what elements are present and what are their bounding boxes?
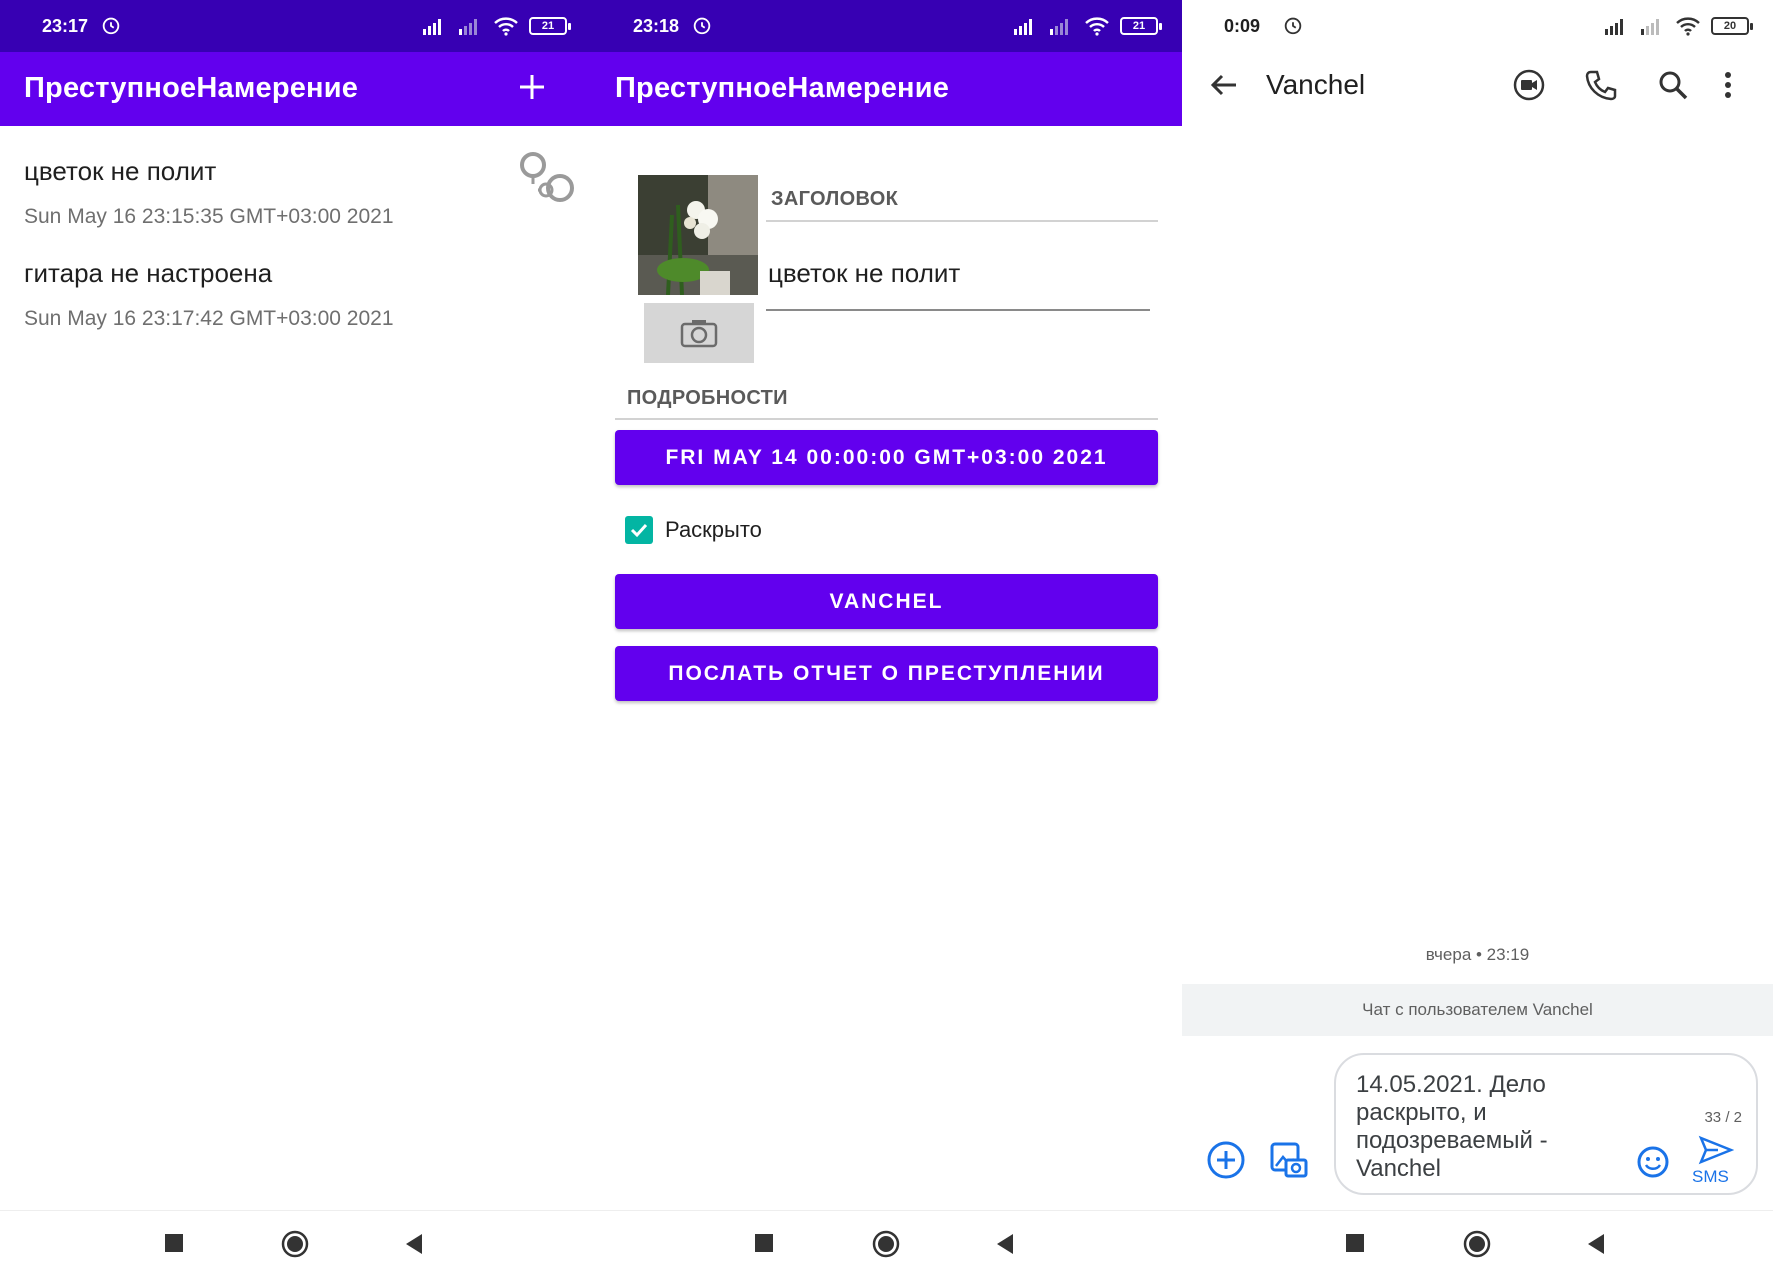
more-options-icon[interactable]: [1720, 68, 1736, 102]
send-sms-label: SMS: [1692, 1167, 1729, 1186]
message-timestamp: вчера • 23:19: [1425, 945, 1530, 964]
crime-date: Sun May 16 23:15:35 GMT+03:00 2021: [24, 205, 394, 228]
details-divider: [615, 418, 1158, 420]
solved-checkbox[interactable]: [625, 516, 653, 544]
details-label: ПОДРОБНОСТИ: [627, 387, 788, 409]
camera-button[interactable]: [644, 303, 754, 363]
compose-box[interactable]: 14.05.2021. Дело раскрыто, и подозреваем…: [1334, 1053, 1758, 1195]
search-icon[interactable]: [1656, 68, 1690, 102]
battery-icon: 21: [1120, 17, 1162, 35]
wifi-icon: [1085, 17, 1109, 36]
recents-icon[interactable]: [754, 1233, 774, 1253]
contact-name: Vanchel: [1266, 69, 1366, 100]
video-call-icon[interactable]: [1512, 68, 1546, 102]
nav-bar: [591, 1210, 1182, 1280]
back-nav-icon[interactable]: [1586, 1233, 1606, 1255]
crime-detail-screen: 23:18 21 ПреступноеНамерение ЗАГОЛОВОК ц…: [591, 0, 1182, 1280]
alarm-icon: [1284, 17, 1302, 35]
app-title: ПреступноеНамерение: [615, 72, 950, 104]
title-divider: [766, 220, 1158, 222]
home-icon[interactable]: [1463, 1230, 1491, 1258]
messages-screen: 0:09 20 Vanchel вчера • 23:19 Чат с поль…: [1182, 0, 1773, 1280]
home-icon[interactable]: [872, 1230, 900, 1258]
back-nav-icon[interactable]: [404, 1233, 424, 1255]
signal-icon: [1014, 19, 1032, 35]
app-bar: ПреступноеНамерение: [591, 52, 1182, 126]
status-time: 23:17: [42, 16, 89, 36]
list-item[interactable]: цветок не полит Sun May 16 23:15:35 GMT+…: [24, 156, 564, 229]
send-icon[interactable]: [1698, 1135, 1734, 1165]
status-bar: 0:09 20: [1182, 0, 1773, 52]
date-button[interactable]: FRI MAY 14 00:00:00 GMT+03:00 2021: [615, 430, 1158, 485]
battery-icon: 21: [529, 17, 571, 35]
orchid-photo: [638, 175, 758, 295]
send-report-button[interactable]: ПОСЛАТЬ ОТЧЕТ О ПРЕСТУПЛЕНИИ: [615, 646, 1158, 701]
recents-icon[interactable]: [164, 1233, 184, 1253]
battery-icon: 20: [1711, 17, 1753, 35]
status-bar: 23:17 21: [0, 0, 591, 52]
recents-icon[interactable]: [1345, 1233, 1365, 1253]
alarm-icon: [102, 17, 120, 35]
signal-icon: [1605, 19, 1623, 35]
solved-label: Раскрыто: [665, 517, 762, 542]
crime-list-screen: 23:17 21 ПреступноеНамерение цветок не п…: [0, 0, 591, 1280]
nav-bar: [0, 1210, 591, 1280]
wifi-icon: [1676, 17, 1700, 36]
back-nav-icon[interactable]: [995, 1233, 1015, 1255]
alarm-icon: [693, 17, 711, 35]
crime-title: цветок не полит: [24, 156, 217, 186]
crime-date: Sun May 16 23:17:42 GMT+03:00 2021: [24, 307, 394, 330]
signal-weak-icon: [459, 19, 477, 35]
chat-info-banner: Чат с пользователем Vanchel: [1182, 984, 1773, 1036]
handcuffs-icon: [520, 152, 574, 202]
plus-icon[interactable]: [515, 70, 549, 104]
crime-photo[interactable]: [638, 175, 758, 295]
signal-icon: [423, 19, 441, 35]
add-circle-icon[interactable]: [1206, 1140, 1246, 1180]
status-time: 23:18: [633, 16, 680, 36]
signal-weak-icon: [1050, 19, 1068, 35]
title-label: ЗАГОЛОВОК: [771, 188, 899, 210]
list-item[interactable]: гитара не настроена Sun May 16 23:17:42 …: [24, 258, 564, 331]
gallery-icon[interactable]: [1268, 1140, 1308, 1180]
conversation-toolbar: Vanchel: [1182, 52, 1773, 120]
choose-suspect-button[interactable]: VANCHEL: [615, 574, 1158, 629]
arrow-back-icon[interactable]: [1208, 69, 1240, 101]
wifi-icon: [494, 17, 518, 36]
home-icon[interactable]: [281, 1230, 309, 1258]
phone-icon[interactable]: [1584, 68, 1618, 102]
char-counter: 33 / 2: [1704, 1109, 1742, 1126]
solved-checkbox-row[interactable]: Раскрыто: [625, 512, 762, 548]
check-icon: [630, 523, 648, 538]
app-bar: ПреступноеНамерение: [0, 52, 591, 126]
title-input[interactable]: цветок не полит: [766, 255, 1150, 311]
status-bar: 23:18 21: [591, 0, 1182, 52]
emoji-icon[interactable]: [1636, 1145, 1670, 1179]
nav-bar: [1182, 1210, 1773, 1280]
signal-weak-icon: [1641, 19, 1659, 35]
status-time: 0:09: [1224, 16, 1261, 36]
app-title: ПреступноеНамерение: [24, 72, 359, 104]
camera-icon: [680, 320, 718, 348]
message-input[interactable]: 14.05.2021. Дело раскрыто, и подозреваем…: [1356, 1071, 1626, 1183]
crime-title: гитара не настроена: [24, 258, 273, 288]
